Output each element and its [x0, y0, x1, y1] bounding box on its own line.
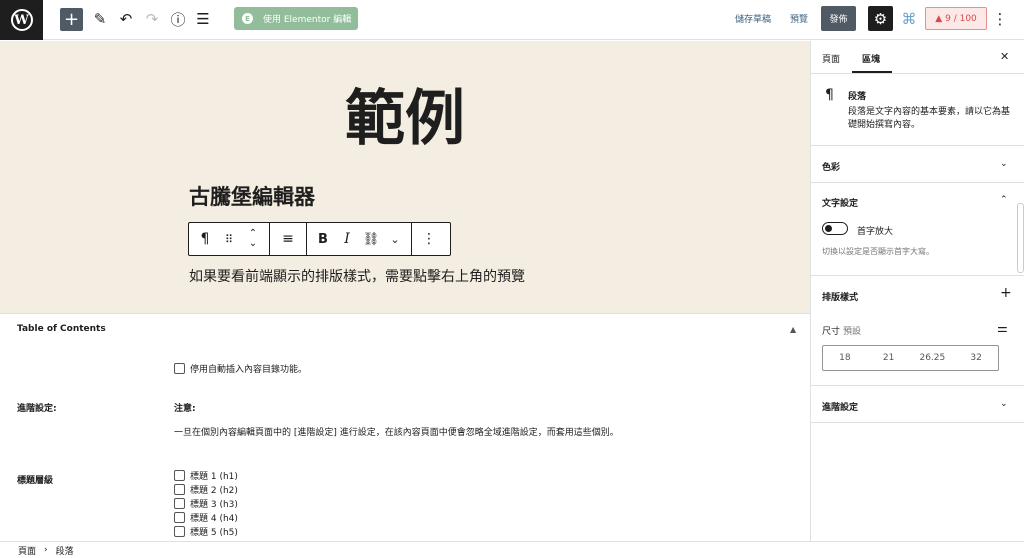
advanced-settings-label: 進階設定: [17, 404, 57, 414]
elementor-icon: E [242, 13, 253, 24]
checkbox[interactable] [174, 512, 185, 523]
bold-icon[interactable]: B [311, 232, 335, 247]
checkbox-label: 標題 1 (h1) [190, 472, 238, 482]
more-options-icon[interactable]: ⋮ [993, 7, 1008, 31]
details-info-icon[interactable]: ⓘ [170, 7, 186, 31]
preview-button[interactable]: 預覽 [790, 12, 808, 25]
toc-metabox-title[interactable]: Table of Contents [17, 324, 106, 334]
redo-icon[interactable]: ↷ [144, 7, 160, 31]
editor-top-bar: W + ✎ ↶ ↷ ⓘ ☰ E 使用 Elementor 編輯 儲存草稿 預覽 … [0, 0, 1024, 40]
heading-level-option[interactable]: 標題 4 (h4) [174, 511, 238, 524]
disable-auto-insert-option[interactable]: 停用自動插入內容目錄功能。 [174, 362, 307, 375]
undo-icon[interactable]: ↶ [118, 7, 134, 31]
font-size-option[interactable]: 21 [867, 346, 911, 370]
checkbox[interactable] [174, 363, 185, 374]
chevron-up-icon[interactable]: ⌃ [1000, 195, 1008, 205]
breadcrumb-current[interactable]: 段落 [56, 544, 74, 557]
checkbox[interactable] [174, 498, 185, 509]
paragraph-block[interactable]: 如果要看前端顯示的排版樣式，需要點擊右上角的預覽 [189, 266, 525, 286]
collapse-caret-icon[interactable]: ▲ [790, 325, 796, 334]
checkbox-label: 標題 5 (h5) [190, 528, 238, 538]
block-toolbar: ¶ ⠿ ⌃ ⌄ ≡ B I ⛓ ⌄ ⋮ [188, 222, 451, 256]
checkbox-label: 標題 3 (h3) [190, 500, 238, 510]
save-draft-button[interactable]: 儲存草稿 [735, 12, 771, 25]
add-option-icon[interactable]: + [1000, 285, 1012, 301]
block-card: ¶ 段落 段落是文字內容的基本要素，請以它為基礎開始撰寫內容。 [811, 74, 1024, 146]
heading-level-option[interactable]: 標題 5 (h5) [174, 525, 238, 538]
settings-sidebar: 頁面 區塊 ✕ ¶ 段落 段落是文字內容的基本要素，請以它為基礎開始撰寫內容。 … [810, 41, 1024, 541]
notice-title: 注意: [174, 404, 196, 414]
panel-title: 排版樣式 [822, 293, 859, 303]
more-formats-chevron-icon[interactable]: ⌄ [383, 233, 407, 246]
list-view-icon[interactable]: ☰ [195, 7, 211, 31]
heading-block[interactable]: 古騰堡編輯器 [189, 181, 315, 211]
block-breadcrumb: 頁面 › 段落 [0, 541, 1024, 558]
editor-canvas: 範例 古騰堡編輯器 ¶ ⠿ ⌃ ⌄ ≡ B I ⛓ ⌄ ⋮ 如果要看前端顯示的排版… [0, 41, 810, 313]
size-label: 尺寸 [822, 327, 841, 337]
table-of-contents-metabox: Table of Contents ▲ 停用自動插入內容目錄功能。 進階設定: … [0, 313, 810, 541]
block-options-icon[interactable]: ⋮ [417, 231, 441, 247]
panel-title: 進階設定 [822, 403, 859, 413]
advanced-panel[interactable]: 進階設定 ⌄ [811, 386, 1024, 423]
add-block-button[interactable]: + [60, 8, 83, 31]
checkbox[interactable] [174, 526, 185, 537]
checkbox-label: 停用自動插入內容目錄功能。 [190, 365, 308, 375]
close-icon[interactable]: ✕ [1000, 50, 1009, 63]
font-size-option[interactable]: 26.25 [911, 346, 955, 370]
align-text-icon[interactable]: ≡ [276, 231, 300, 247]
drop-cap-help: 切換以設定是否顯示首字大寫。 [822, 247, 934, 256]
drop-cap-label: 首字放大 [857, 227, 894, 237]
color-panel[interactable]: 色彩 ⌄ [811, 146, 1024, 183]
checkbox-label: 標題 4 (h4) [190, 514, 238, 524]
drag-handle-icon[interactable]: ⠿ [217, 233, 241, 246]
post-title[interactable]: 範例 [0, 89, 810, 149]
notice-text: 一旦在個別內容編輯頁面中的 [進階設定] 進行設定，在該內容頁面中便會忽略全域進… [174, 428, 619, 438]
text-settings-panel: 文字設定 ⌃ 首字放大 切換以設定是否顯示首字大寫。 [811, 183, 1024, 276]
font-size-option[interactable]: 32 [954, 346, 998, 370]
seo-score-badge[interactable]: ▲ 9 / 100 [925, 7, 987, 30]
heading-level-option[interactable]: 標題 2 (h2) [174, 483, 238, 496]
pencil-tools-icon[interactable]: ✎ [92, 7, 108, 31]
publish-button[interactable]: 發佈 [821, 6, 856, 31]
panel-title: 文字設定 [822, 199, 859, 209]
block-name: 段落 [848, 92, 867, 102]
panel-title: 色彩 [822, 163, 841, 173]
drop-cap-toggle[interactable] [822, 222, 848, 235]
yoast-seo-icon[interactable]: ⌘ [900, 7, 918, 31]
move-up-down-icon[interactable]: ⌃ ⌄ [241, 229, 265, 249]
chevron-down-icon[interactable]: ⌄ [1000, 399, 1008, 409]
font-size-option[interactable]: 18 [823, 346, 867, 370]
settings-gear-icon[interactable]: ⚙ [868, 6, 893, 31]
heading-level-option[interactable]: 標題 1 (h1) [174, 469, 238, 482]
paragraph-block-icon[interactable]: ¶ [193, 231, 217, 247]
sidebar-tabs: 頁面 區塊 ✕ [811, 41, 1024, 74]
wordpress-logo-icon[interactable]: W [0, 0, 43, 40]
edit-with-elementor-button[interactable]: E 使用 Elementor 編輯 [234, 7, 358, 30]
elementor-button-label: 使用 Elementor 編輯 [263, 15, 352, 25]
tab-page[interactable]: 頁面 [822, 52, 840, 65]
block-description: 段落是文字內容的基本要素，請以它為基礎開始撰寫內容。 [848, 107, 1011, 130]
chevron-down-icon[interactable]: ⌄ [1000, 159, 1008, 169]
checkbox-label: 標題 2 (h2) [190, 486, 238, 496]
breadcrumb-separator-icon: › [44, 545, 48, 555]
checkbox[interactable] [174, 484, 185, 495]
seo-chart-icon: ▲ [935, 13, 943, 24]
link-icon[interactable]: ⛓ [359, 232, 383, 247]
heading-level-option[interactable]: 標題 3 (h3) [174, 497, 238, 510]
size-default: 預設 [843, 327, 862, 337]
italic-icon[interactable]: I [335, 231, 359, 247]
active-tab-indicator [852, 71, 892, 73]
custom-size-settings-icon[interactable]: ⚌ [997, 321, 1008, 335]
seo-score-value: 9 / 100 [945, 13, 977, 24]
heading-levels-label: 標題層級 [17, 476, 54, 486]
breadcrumb-root[interactable]: 頁面 [18, 544, 36, 557]
tab-block[interactable]: 區塊 [862, 52, 880, 65]
paragraph-icon: ¶ [825, 87, 834, 103]
checkbox[interactable] [174, 470, 185, 481]
font-size-picker: 18 21 26.25 32 [822, 345, 999, 371]
sidebar-scrollbar[interactable] [1017, 203, 1024, 273]
